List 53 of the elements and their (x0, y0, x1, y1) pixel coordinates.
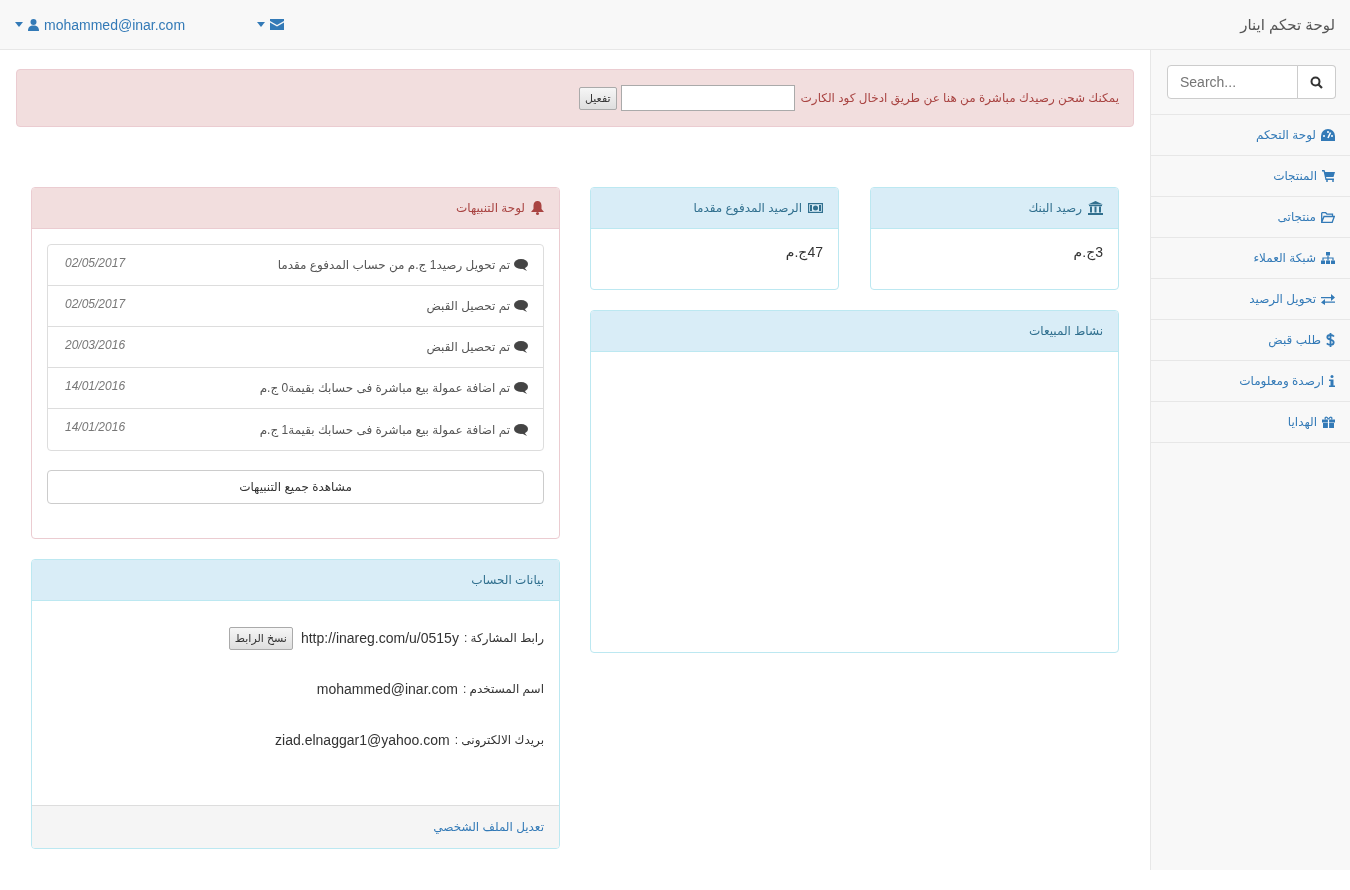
panel-title: بيانات الحساب (471, 573, 544, 587)
chat-bubble-icon (514, 341, 528, 353)
info-icon (1329, 375, 1335, 387)
sidebar-item[interactable]: شبكة العملاء (1151, 238, 1350, 279)
sidebar-item[interactable]: طلب قبض (1151, 320, 1350, 361)
dollar-icon (1326, 333, 1335, 347)
user-menu[interactable]: mohammed@inar.com (15, 16, 186, 33)
panel-title: رصيد البنك (1028, 201, 1082, 215)
bank-icon (1088, 201, 1103, 215)
field-value: mohammed@inar.com (316, 681, 458, 697)
field-value: http://inareg.com/u/0515y (300, 630, 459, 646)
activate-button[interactable]: تفعيل (578, 86, 617, 110)
sitemap-icon (1321, 252, 1335, 264)
chat-bubble-icon (514, 382, 528, 394)
cart-icon (1322, 170, 1335, 182)
field-label: اسم المستخدم : (462, 682, 544, 696)
chat-bubble-icon (514, 423, 528, 436)
view-all-button[interactable]: مشاهدة جميع التنبيهات (47, 470, 544, 504)
gift-icon (1322, 416, 1335, 428)
alert-text: يمكنك شحن رصيدك مباشرة من هنا عن طريق ادخال كود الكارت (800, 91, 1119, 105)
money-icon (808, 203, 823, 213)
chat-bubble-icon (514, 300, 528, 312)
copy-link-button[interactable]: نسخ الرابط (228, 626, 293, 650)
field-value: ziad.elnaggar1@yahoo.com (275, 732, 450, 748)
sidebar-item[interactable]: منتجاتى (1151, 197, 1350, 238)
sidebar-item[interactable]: المنتجات (1151, 156, 1350, 197)
field-label: رابط المشاركة : (463, 631, 544, 645)
exchange-arrows-icon (1321, 293, 1335, 305)
envelope-icon (270, 19, 285, 30)
sidebar-item[interactable]: الهدايا (1151, 402, 1350, 443)
caret-icon (257, 22, 266, 27)
messages-menu[interactable] (257, 19, 285, 30)
bell-icon (531, 201, 544, 215)
balance-amount: 47ج.م (785, 244, 823, 260)
search-button[interactable] (1297, 65, 1336, 99)
folder-icon (1321, 211, 1335, 223)
search-icon (1309, 75, 1323, 89)
chat-bubble-icon (514, 259, 528, 271)
brand-title[interactable]: لوحة تحكم اينار (1240, 15, 1335, 34)
panel-title: نشاط المبيعات (1028, 324, 1103, 338)
sidebar-item[interactable]: لوحة التحكم (1151, 115, 1350, 156)
sidebar-item[interactable]: تحويل الرصيد (1151, 279, 1350, 320)
gauge-icon (1321, 129, 1335, 141)
sidebar-item[interactable]: ارصدة ومعلومات (1151, 361, 1350, 402)
panel-title: لوحة التنبيهات (456, 201, 525, 215)
search-field[interactable]: Search... (1167, 65, 1298, 99)
caret-icon (15, 22, 23, 27)
field-label: بريدك الالكترونى : (454, 733, 544, 747)
user-icon (28, 18, 39, 31)
balance-amount: 3ج.م (1073, 244, 1103, 260)
card-code-field[interactable] (620, 85, 795, 111)
edit-profile-link[interactable]: تعديل الملف الشخصي (433, 820, 544, 834)
panel-title: الرصيد المدفوع مقدما (693, 201, 802, 215)
